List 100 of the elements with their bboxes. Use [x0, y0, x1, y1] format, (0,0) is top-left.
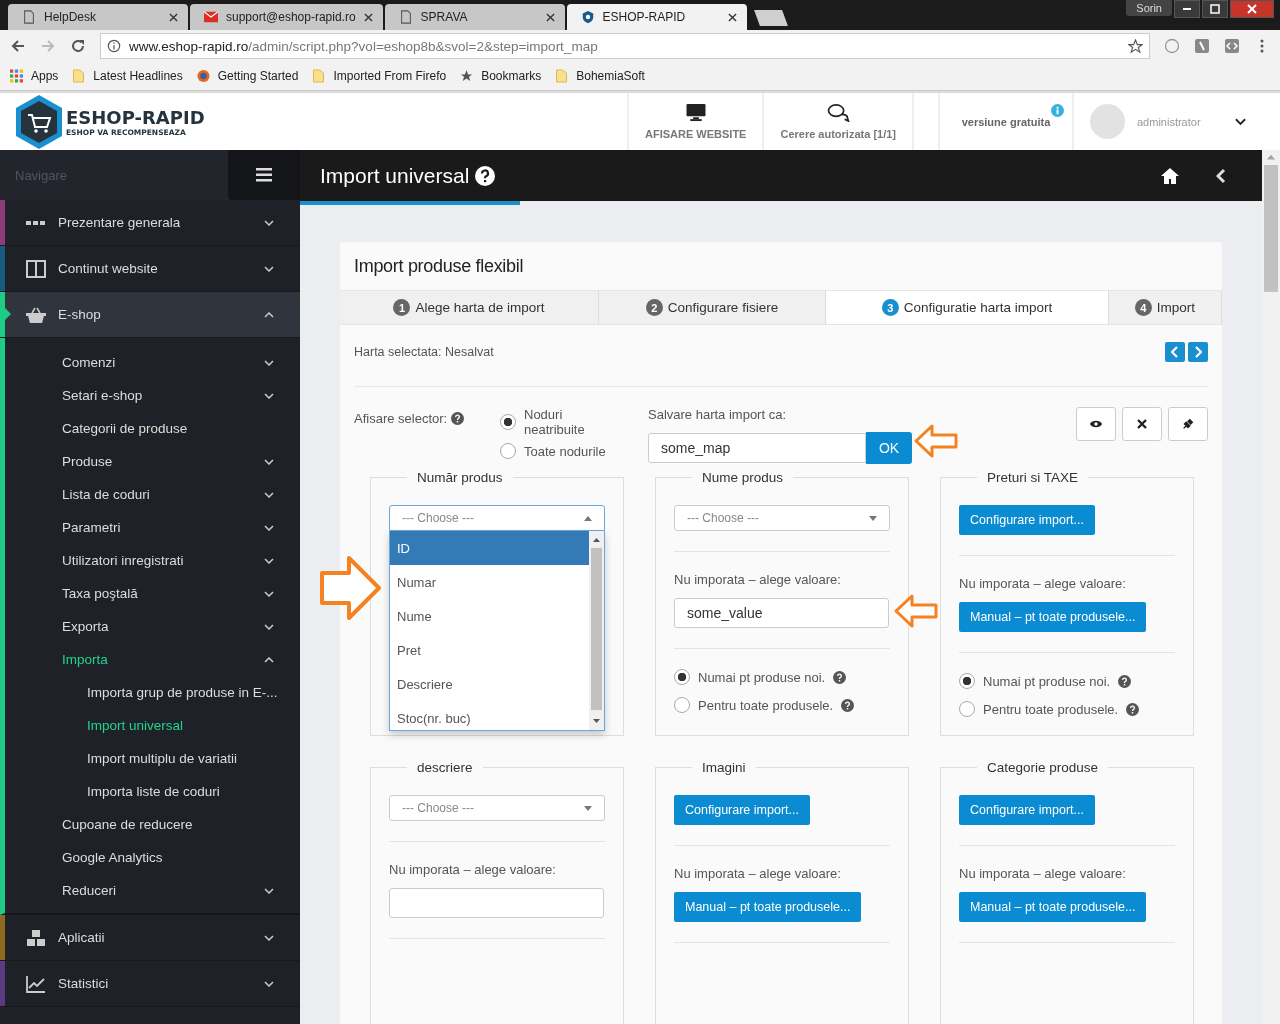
sidebar-subitem[interactable]: Parametri — [5, 511, 300, 544]
sidebar-subitem[interactable]: Import universal — [5, 709, 300, 742]
manual-value-button[interactable]: Manual – pt toate produsele... — [959, 892, 1147, 922]
sidebar-subitem[interactable]: Google Analytics — [5, 841, 300, 874]
radio-button[interactable] — [959, 673, 975, 689]
wizard-step[interactable]: 3 Configuratie harta import — [826, 291, 1109, 324]
sidebar-subitem[interactable]: Utilizatori inregistrati — [5, 544, 300, 577]
maximize-button[interactable] — [1202, 0, 1228, 18]
home-icon[interactable] — [1160, 166, 1180, 185]
radio-option[interactable]: Noduri neatribuite — [500, 407, 648, 437]
radio-button[interactable] — [674, 697, 690, 713]
wizard-step[interactable]: 1 Alege harta de import — [340, 291, 599, 324]
ok-button[interactable]: OK — [866, 432, 912, 464]
manual-value-button[interactable]: Manual – pt toate produsele... — [959, 602, 1147, 632]
browser-tab[interactable]: support@eshop-rapid.ro — [190, 4, 383, 30]
close-icon[interactable] — [545, 12, 555, 22]
browser-tab[interactable]: ESHOP-RAPID — [566, 4, 747, 30]
help-icon[interactable] — [841, 698, 855, 712]
minimize-button[interactable] — [1174, 0, 1200, 18]
reload-icon[interactable] — [70, 38, 86, 54]
chevron-up-icon[interactable] — [264, 656, 274, 663]
select-field[interactable]: --- Choose --- — [389, 795, 605, 821]
dropdown-option[interactable]: Pret — [390, 633, 589, 667]
configure-import-button[interactable]: Configurare import... — [959, 505, 1095, 535]
radio-button[interactable] — [959, 701, 975, 717]
radio-label[interactable]: Numai pt produse noi. — [983, 673, 1111, 689]
sidebar-item[interactable]: Aplicatii — [0, 915, 300, 961]
select-field[interactable]: --- Choose --- — [389, 505, 605, 531]
radio-label[interactable]: Pentru toate produsele. — [983, 701, 1119, 717]
sidebar-subitem[interactable]: Setari e-shop — [5, 379, 300, 412]
sidebar-subitem[interactable]: Import multiplu de variatii — [5, 742, 300, 775]
radio-label[interactable]: Numai pt produse noi. — [698, 669, 826, 685]
close-icon[interactable] — [727, 12, 737, 22]
sidebar-subitem[interactable]: Reduceri — [5, 874, 300, 907]
sidebar-item[interactable]: Statistici — [0, 961, 300, 1007]
bookmark-link[interactable]: Bookmarks — [481, 69, 542, 83]
star-icon[interactable] — [460, 69, 474, 83]
bookmark-link[interactable]: Latest Headlines — [93, 69, 183, 83]
close-icon[interactable] — [169, 12, 178, 22]
help-icon[interactable] — [451, 412, 465, 425]
sidebar-subitem[interactable]: Taxa poştală — [5, 577, 300, 610]
configure-import-button[interactable]: Configurare import... — [674, 795, 810, 825]
scrollbar[interactable] — [1262, 150, 1280, 1024]
preview-button[interactable] — [1076, 407, 1116, 441]
radio-option[interactable]: Toate nodurile — [500, 443, 648, 459]
sidebar-subitem[interactable]: Importa liste de coduri — [5, 775, 300, 808]
extension-icon[interactable] — [1194, 38, 1210, 54]
configure-import-button[interactable]: Configurare import... — [959, 795, 1095, 825]
sidebar-subitem[interactable]: Comenzi — [5, 346, 300, 379]
chevron-up-icon[interactable] — [264, 311, 274, 318]
value-field[interactable] — [389, 888, 604, 918]
map-name-field[interactable]: some_map — [648, 433, 866, 463]
extension-icon[interactable] — [1224, 38, 1240, 54]
dropdown-option[interactable]: Numar — [390, 565, 589, 599]
header-nav-link[interactable]: AFISARE WEBSITE — [645, 128, 747, 140]
help-icon[interactable] — [475, 165, 496, 186]
select-field[interactable]: --- Choose --- — [674, 505, 890, 531]
address-bar[interactable]: www.eshop-rapid.ro/admin/script.php?vol=eshop8b&svol=2&step=import_map — [100, 33, 1150, 59]
previous-button[interactable] — [1165, 342, 1185, 362]
bookmark-link[interactable]: Getting Started — [217, 69, 299, 83]
sidebar-subitem[interactable]: Importa — [5, 643, 300, 676]
bookmark-link[interactable]: Apps — [31, 69, 59, 83]
header-nav-link[interactable]: Cerere autorizata [1/1] — [780, 128, 896, 140]
wizard-step[interactable]: 4 Import — [1109, 291, 1222, 324]
sidebar-subitem[interactable]: Produse — [5, 445, 300, 478]
plug-button[interactable] — [1168, 407, 1208, 441]
extension-icon[interactable] — [1164, 38, 1180, 54]
clear-button[interactable] — [1122, 407, 1162, 441]
profile-name[interactable]: Sorin — [1126, 0, 1172, 16]
sidebar-item[interactable]: E-shop — [0, 292, 300, 338]
close-icon[interactable] — [363, 12, 373, 22]
back-icon[interactable] — [10, 38, 26, 54]
help-icon[interactable] — [1126, 702, 1140, 716]
radio-button[interactable] — [674, 669, 690, 685]
bookmark-link[interactable]: Imported From Firefo — [333, 69, 447, 83]
browser-tab[interactable]: HelpDesk — [8, 4, 188, 30]
dropdown-option[interactable]: Stoc(nr. buc) — [390, 701, 589, 735]
sidebar-subitem[interactable]: Lista de coduri — [5, 478, 300, 511]
help-icon[interactable] — [833, 670, 847, 684]
sidebar-subitem[interactable]: Importa grup de produse in E-... — [5, 676, 300, 709]
back-icon[interactable] — [1216, 167, 1226, 184]
chat-icon[interactable] — [826, 103, 851, 122]
browser-tab[interactable]: SPRAVA — [384, 4, 565, 30]
chevron-down-icon[interactable] — [1235, 117, 1246, 126]
scrollbar[interactable] — [589, 531, 604, 730]
sidebar-subitem[interactable]: Cupoane de reducere — [5, 808, 300, 841]
sidebar-subitem[interactable]: Categorii de produse — [5, 412, 300, 445]
next-button[interactable] — [1188, 342, 1208, 362]
dropdown-option[interactable]: Descriere — [390, 667, 589, 701]
dropdown-option[interactable]: Nume — [390, 599, 589, 633]
radio-label[interactable]: Pentru toate produsele. — [698, 697, 834, 713]
bookmark-link[interactable]: BohemiaSoft — [576, 69, 645, 83]
dropdown-option[interactable]: ID — [390, 531, 589, 565]
new-tab-button[interactable] — [753, 10, 788, 26]
help-icon[interactable] — [1118, 674, 1132, 688]
sidebar-item[interactable]: Prezentare generala — [0, 200, 300, 246]
manual-value-button[interactable]: Manual – pt toate produsele... — [674, 892, 862, 922]
menu-button[interactable] — [228, 150, 300, 200]
bookmark-star-icon[interactable] — [1128, 38, 1143, 54]
close-button[interactable] — [1230, 0, 1274, 18]
